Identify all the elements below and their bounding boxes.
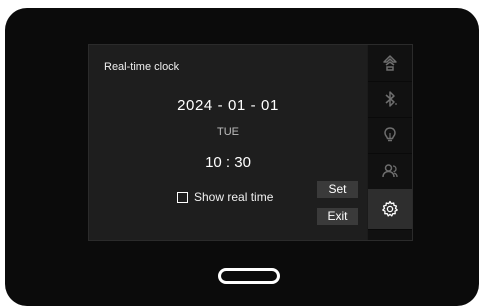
network-icon xyxy=(383,55,397,71)
exit-button[interactable]: Exit xyxy=(317,208,358,225)
panel-title: Real-time clock xyxy=(104,61,180,73)
set-button[interactable]: Set xyxy=(317,181,358,198)
sidebar-item-network[interactable] xyxy=(368,45,412,82)
time-value[interactable]: 10 : 30 xyxy=(89,154,367,171)
weekday-value: TUE xyxy=(217,126,239,138)
bluetooth-icon xyxy=(385,91,397,107)
date-value[interactable]: 2024 - 01 - 01 xyxy=(89,97,367,114)
gear-icon xyxy=(382,200,398,217)
user-icon xyxy=(382,164,398,178)
show-real-time-toggle[interactable]: Show real time xyxy=(177,190,273,204)
show-real-time-checkbox[interactable] xyxy=(177,191,188,203)
sidebar xyxy=(368,45,412,240)
sidebar-item-lighting[interactable] xyxy=(368,117,412,154)
show-real-time-label: Show real time xyxy=(194,190,274,204)
sidebar-item-users[interactable] xyxy=(368,153,412,190)
sidebar-item-bluetooth[interactable] xyxy=(368,81,412,118)
home-button[interactable] xyxy=(218,268,280,284)
screen: Real-time clock 2024 - 01 - 01 TUE 10 : … xyxy=(88,44,413,241)
sidebar-item-settings[interactable] xyxy=(368,189,412,230)
lightbulb-icon xyxy=(384,127,396,142)
clock-panel: Real-time clock 2024 - 01 - 01 TUE 10 : … xyxy=(89,45,367,240)
